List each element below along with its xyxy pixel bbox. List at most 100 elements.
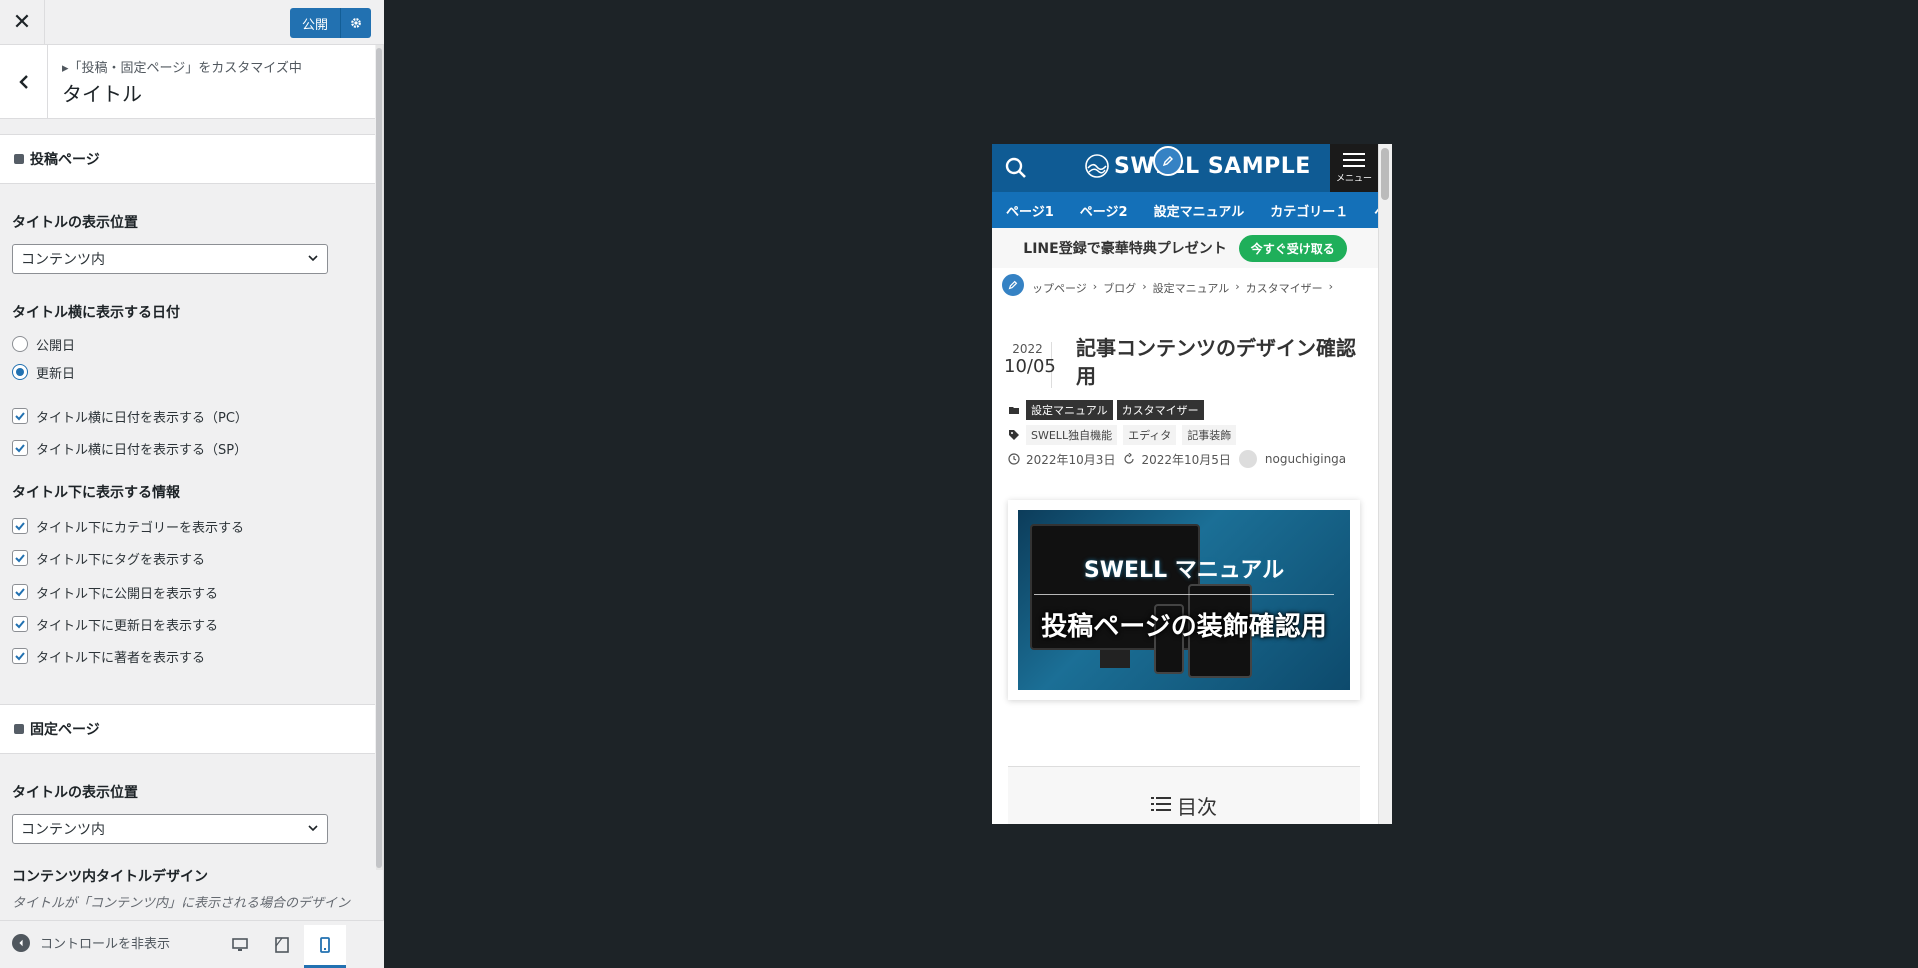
nav-item-page1[interactable]: ページ1 [992,201,1066,220]
publish-group: 公開 [290,8,372,38]
updated-date: 2022年10月5日 [1141,452,1231,467]
check-info-updated[interactable]: タイトル下に更新日を表示する [12,614,218,634]
thumb-divider [1034,594,1334,595]
check-icon [15,588,25,597]
promo-text: LINE登録で豪華特典プレゼント [1023,241,1227,257]
back-button[interactable] [0,45,48,119]
radio-button[interactable] [12,336,28,352]
chevron-down-icon [308,825,318,832]
tablet-icon [275,937,289,953]
collapse-controls-button[interactable]: コントロールを非表示 [12,933,170,952]
check-icon [15,554,25,563]
monitor-stand [1100,650,1130,668]
wave-logo-icon [1085,154,1109,178]
check-date-pc[interactable]: タイトル横に日付を表示する（PC） [12,406,248,426]
check-icon [15,652,25,661]
page-position-label: タイトルの表示位置 [12,785,138,801]
nav-item-manual[interactable]: 設定マニュアル [1140,201,1257,220]
checkbox-label: タイトル下にタグを表示する [36,552,206,568]
group-title-text: 投稿ページ [30,152,100,168]
desktop-icon [232,938,248,951]
edit-shortcut-logo[interactable] [1153,146,1183,176]
breadcrumb-item[interactable]: ブログ [1103,280,1136,296]
site-logo[interactable]: SWELL SAMPLE [1084,153,1311,179]
pencil-icon [1162,156,1173,167]
breadcrumb-sep: › [1092,280,1098,293]
panel-scrollbar-thumb[interactable] [376,48,382,868]
radio-label: 更新日 [36,366,76,382]
close-button[interactable]: ✕ [0,0,45,45]
tag-badge[interactable]: SWELL独自機能 [1026,425,1118,445]
avatar [1238,450,1257,468]
checkbox[interactable] [12,550,28,566]
publish-button[interactable]: 公開 [290,8,342,38]
author-name[interactable]: noguchiginga [1265,452,1346,466]
check-info-tag[interactable]: タイトル下にタグを表示する [12,548,205,568]
breadcrumb-sep: › [1235,280,1240,293]
post-title: 記事コンテンツのデザイン確認用 [1076,336,1356,388]
breadcrumb-item[interactable]: 設定マニュアル [1153,280,1230,296]
radio-published[interactable]: 公開日 [12,334,75,354]
search-icon[interactable] [1004,156,1028,180]
group-title-post: 投稿ページ [0,134,375,184]
toc-label: 目次 [1177,795,1217,819]
radio-updated[interactable]: 更新日 [12,362,75,382]
tag-badge[interactable]: エディタ [1123,425,1177,445]
mobile-icon [320,937,330,953]
select-value: コンテンツ内 [21,252,105,268]
check-icon [15,620,25,629]
list-icon [1151,797,1171,811]
table-of-contents: 目次 [1008,766,1360,824]
checkbox[interactable] [12,518,28,534]
section-title: タイトル [62,82,142,106]
breadcrumb-item[interactable]: ップページ [1032,280,1087,296]
check-icon [15,412,25,421]
tag-badge[interactable]: 記事装飾 [1182,425,1237,445]
edit-shortcut-breadcrumb[interactable] [1000,272,1026,298]
breadcrumb-item[interactable]: カスタマイザー [1246,280,1323,296]
post-date-md: 10/05 [1004,356,1056,377]
menu-button[interactable]: メニュー [1330,144,1378,192]
check-info-category[interactable]: タイトル下にカテゴリーを表示する [12,516,244,536]
refresh-icon [1124,453,1135,464]
checkbox[interactable] [12,616,28,632]
preview-scrollbar-thumb[interactable] [1381,148,1389,200]
check-date-sp[interactable]: タイトル横に日付を表示する（SP） [12,438,247,458]
checkbox[interactable] [12,408,28,424]
checkbox[interactable] [12,584,28,600]
checkbox[interactable] [12,440,28,456]
post-date-box: 2022 10/05 [1004,342,1056,388]
gear-icon [351,18,361,28]
nav-item-page2[interactable]: ページ2 [1066,201,1140,220]
tag-icon [1009,430,1019,440]
checkbox-label: タイトル下に更新日を表示する [36,618,219,634]
folder-icon [1009,407,1019,414]
mobile-preview: SWELL SAMPLE メニュー ページ1 ページ2 設定マニュアル カテゴリ… [992,144,1392,824]
preview-desktop-button[interactable] [226,931,254,959]
checkbox[interactable] [12,648,28,664]
customizer-panel: ✕ 公開 ▸「投稿・固定ページ」をカスタマイズ中 タイトル 投稿ページ タイトル… [0,0,384,968]
category-badge[interactable]: 設定マニュアル [1026,400,1113,420]
nav-item-more[interactable]: ペー [1360,201,1378,220]
radio-button[interactable] [12,364,28,380]
meta-row: 2022年10月3日 2022年10月5日 noguchiginga [1008,450,1354,468]
radio-label: 公開日 [36,338,76,354]
check-info-published[interactable]: タイトル下に公開日を表示する [12,582,218,602]
checkbox-label: タイトル下に公開日を表示する [36,586,219,602]
preview-mobile-button[interactable] [304,925,346,968]
preview-tablet-button[interactable] [268,931,296,959]
category-badge[interactable]: カスタマイザー [1116,400,1204,420]
thumb-title: SWELL マニュアル [1083,558,1285,583]
post-position-label: タイトルの表示位置 [12,215,138,231]
clock-icon [1008,453,1020,465]
global-nav: ページ1 ページ2 設定マニュアル カテゴリー１ ペー [992,192,1378,228]
page-position-select[interactable]: コンテンツ内 [12,814,328,844]
post-position-select[interactable]: コンテンツ内 [12,244,328,274]
check-info-author[interactable]: タイトル下に著者を表示する [12,646,205,666]
nav-item-category1[interactable]: カテゴリー１ [1256,201,1360,220]
promo-button[interactable]: 今すぐ受け取る [1238,234,1347,262]
publish-settings-button[interactable] [341,8,372,38]
breadcrumb: ップページ › ブログ › 設定マニュアル › カスタマイザー › [1032,280,1339,296]
tag-row: SWELL独自機能 エディタ 記事装飾 [1008,425,1242,445]
preview-scrollbar-track[interactable] [1378,144,1392,824]
